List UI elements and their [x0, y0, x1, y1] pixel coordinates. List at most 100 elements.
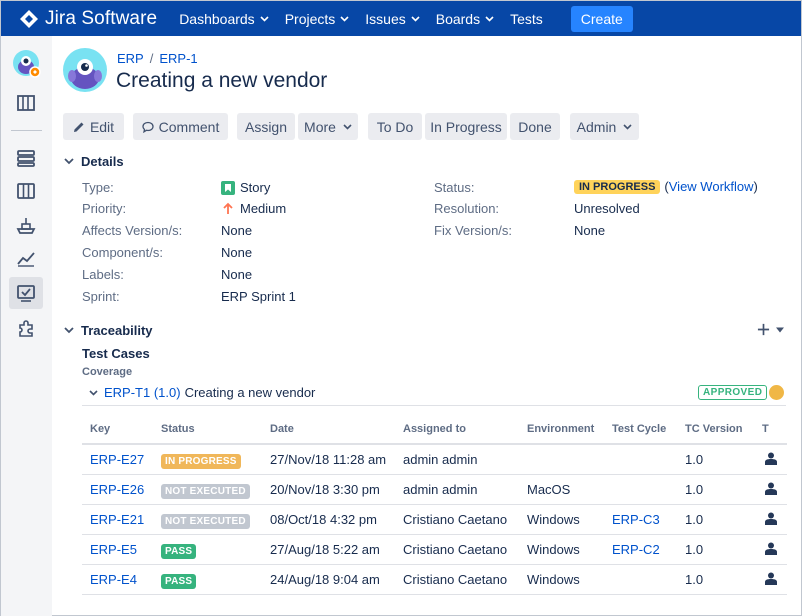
chevron-down-icon [340, 15, 349, 22]
execution-date: 27/Aug/18 5:22 am [262, 534, 395, 565]
person-icon[interactable] [764, 572, 778, 586]
test-case-key-link[interactable]: ERP-T1 (1.0) [104, 385, 181, 400]
execution-assignee: Cristiano Caetano [395, 564, 519, 595]
status-lozenge: IN PROGRESS [574, 179, 661, 194]
issue-title[interactable]: Creating a new vendor [116, 69, 327, 93]
columns-icon[interactable] [15, 180, 37, 202]
nav-dashboards[interactable]: Dashboards [171, 1, 277, 36]
assign-button-label: Assign [244, 118, 288, 135]
col-header-status[interactable]: Status [153, 414, 262, 445]
reports-icon[interactable] [15, 247, 37, 269]
approved-badge: APPROVED [698, 385, 768, 400]
affects-version-value: None [221, 223, 253, 238]
details-heading: Details [81, 154, 124, 169]
breadcrumb-project-link[interactable]: ERP [117, 51, 144, 66]
caret-down-icon [776, 327, 784, 332]
status-lozenge: PASS [161, 573, 197, 589]
assign-button[interactable]: Assign [237, 113, 295, 140]
type-label: Type: [82, 180, 114, 195]
comment-button[interactable]: Comment [133, 113, 228, 140]
execution-environment: Windows [519, 504, 604, 535]
nav-tests[interactable]: Tests [502, 1, 551, 36]
nav-projects[interactable]: Projects [277, 1, 358, 36]
priority-value: Medium [221, 201, 286, 216]
edit-button[interactable]: Edit [63, 113, 124, 140]
priority-label: Priority: [82, 201, 127, 216]
person-icon[interactable] [764, 542, 778, 556]
todo-button[interactable]: To Do [368, 113, 422, 140]
story-icon [221, 180, 235, 195]
board-icon[interactable] [15, 92, 37, 114]
comment-button-label: Comment [158, 118, 220, 135]
view-workflow-close-paren: ) [753, 179, 758, 194]
execution-key-link[interactable]: ERP-E4 [90, 572, 137, 587]
execution-assignee: Cristiano Caetano [395, 534, 519, 565]
chevron-down-icon [89, 389, 98, 396]
status-label: Status: [434, 180, 475, 195]
nav-issues-label: Issues [365, 10, 406, 27]
test-executions-table: Key Status Date Assigned to Environment … [82, 414, 787, 595]
status-lozenge: IN PROGRESS [161, 453, 241, 469]
test-cycle-link[interactable]: ERP-C3 [612, 512, 660, 527]
admin-button[interactable]: Admin [570, 113, 639, 140]
execution-date: 24/Aug/18 9:04 am [262, 564, 395, 595]
details-section-toggle[interactable]: Details [64, 154, 124, 169]
col-header-environment[interactable]: Environment [519, 414, 604, 445]
project-avatar[interactable] [63, 48, 107, 92]
execution-assignee: admin admin [395, 474, 519, 505]
nav-issues[interactable]: Issues [357, 1, 427, 36]
tc-version: 1.0 [677, 564, 754, 595]
more-button-label: More [304, 118, 336, 135]
execution-key-link[interactable]: ERP-E21 [90, 512, 144, 527]
done-button-label: Done [518, 118, 552, 135]
in-progress-button[interactable]: In Progress [425, 113, 507, 140]
labels-label: Labels: [82, 267, 124, 282]
col-header-date[interactable]: Date [262, 414, 395, 445]
traceability-section-toggle[interactable]: Traceability [64, 323, 153, 338]
releases-icon[interactable] [15, 214, 37, 236]
test-cycle-link[interactable]: ERP-C2 [612, 542, 660, 557]
col-header-tc-version[interactable]: TC Version [677, 414, 754, 445]
person-icon[interactable] [764, 452, 778, 466]
resolution-label: Resolution: [434, 201, 500, 216]
project-avatar-icon[interactable] [13, 50, 41, 78]
tc-version: 1.0 [677, 444, 754, 475]
in-progress-button-label: In Progress [430, 118, 502, 135]
backlog-icon[interactable] [15, 147, 37, 169]
col-header-key[interactable]: Key [82, 414, 153, 445]
tc-version: 1.0 [677, 534, 754, 565]
todo-button-label: To Do [376, 118, 414, 135]
pencil-icon [73, 122, 84, 132]
execution-key-link[interactable]: ERP-E5 [90, 542, 137, 557]
view-workflow-link[interactable]: View Workflow [669, 179, 754, 194]
execution-date: 20/Nov/18 3:30 pm [262, 474, 395, 505]
execution-key-link[interactable]: ERP-E27 [90, 452, 144, 467]
fix-version-value: None [574, 223, 606, 238]
execution-environment: Windows [519, 534, 604, 565]
type-value-text: Story [240, 180, 271, 195]
col-header-assigned-to[interactable]: Assigned to [395, 414, 519, 445]
col-header-test-cycle[interactable]: Test Cycle [604, 414, 677, 445]
chevron-down-icon [343, 123, 352, 130]
test-case-row[interactable]: ERP-T1 (1.0) Creating a new vendor [89, 385, 315, 400]
more-button[interactable]: More [298, 113, 358, 140]
execution-key-link[interactable]: ERP-E26 [90, 482, 144, 497]
create-button[interactable]: Create [570, 5, 633, 32]
admin-button-label: Admin [576, 118, 617, 135]
person-icon[interactable] [764, 482, 778, 496]
traceability-add-menu[interactable] [757, 323, 785, 336]
person-icon[interactable] [764, 512, 778, 526]
nav-projects-label: Projects [284, 10, 336, 27]
nav-boards[interactable]: Boards [428, 1, 502, 36]
jira-logo[interactable]: Jira Software [19, 8, 157, 30]
fix-version-label: Fix Version/s: [434, 223, 513, 238]
execution-date: 08/Oct/18 4:32 pm [262, 504, 395, 535]
col-header-t[interactable]: T [754, 414, 787, 445]
tests-icon[interactable] [15, 282, 37, 304]
breadcrumb-issue-link[interactable]: ERP-1 [159, 51, 197, 66]
done-button[interactable]: Done [510, 113, 560, 140]
test-case-name: Creating a new vendor [184, 385, 316, 400]
addons-icon[interactable] [15, 317, 37, 339]
sprint-value[interactable]: ERP Sprint 1 [221, 289, 296, 304]
status-lozenge: PASS [161, 543, 197, 559]
